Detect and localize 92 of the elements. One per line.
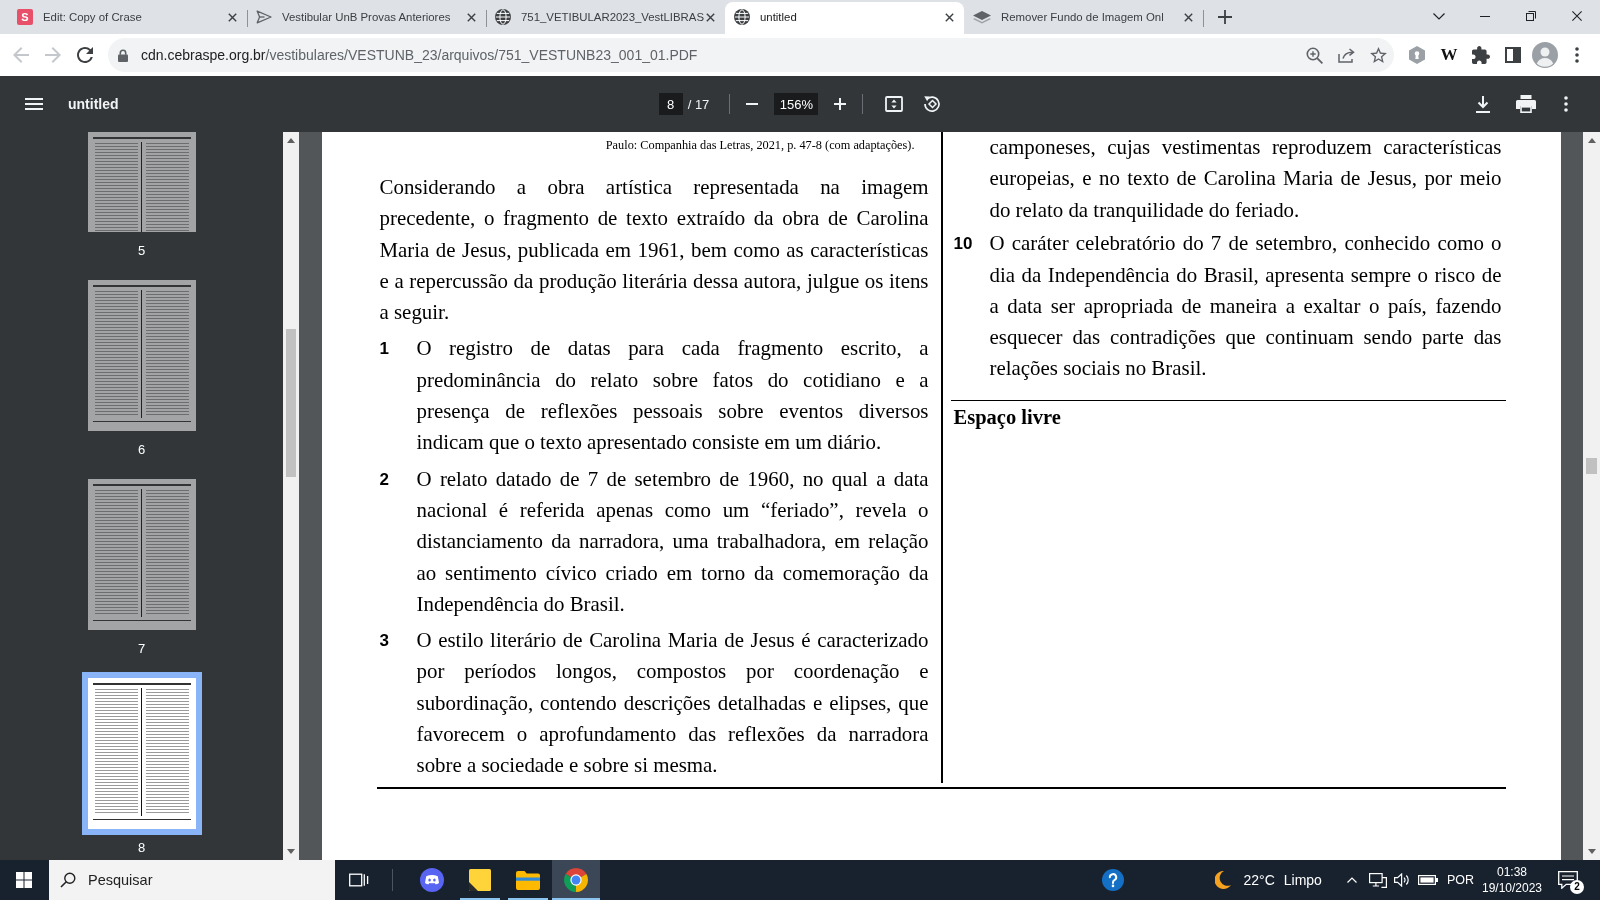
start-icon[interactable] [16,872,32,888]
puzzle-icon[interactable] [1472,46,1490,64]
item-text: camponeses, cujas vestimentas reproduzem características europeias, e no texto de Carolina Maria de Jesus, por meio do relato da tranquilidade do feriado. [989,134,1502,224]
citation-text: Paulo: Companhia das Letras, 2021, p. 47-8 (com adaptações). [604,137,915,153]
share-icon[interactable] [1337,47,1355,63]
sticky-note-icon [469,869,491,891]
document-title: untitled [68,96,119,112]
scrollbar[interactable] [1583,132,1600,860]
download-icon[interactable] [1476,95,1490,113]
page-count-text: / 17 [687,96,710,112]
page-thumbnail[interactable] [87,479,196,630]
zoom-in-icon[interactable] [1305,46,1323,64]
controller-icon [420,868,444,892]
weather-temperature: 22°C [1243,872,1275,888]
rotate-icon[interactable] [923,95,942,113]
battery-icon[interactable] [1417,875,1438,885]
weather-condition: Limpo [1283,872,1322,888]
scrollbar-thumb[interactable] [286,329,296,477]
page-number-label: 7 [137,642,146,656]
folder-icon [516,870,540,890]
scroll-down-icon[interactable] [287,849,295,854]
network-icon[interactable] [1368,872,1387,888]
restore-icon[interactable] [1526,11,1536,21]
clock-date: 19/10/2023 [1481,880,1543,896]
scroll-up-icon[interactable] [287,138,295,143]
search-field[interactable]: Pesquisar [49,860,335,900]
item-text: O estilo literário de Carolina Maria de Jesus é caracterizado por períodos longos, compostos por coordenação e subordinação, contendo descrições detalhadas e elipses, que favorecem o aprofundamento das reflexões da narradora sobre a sociedade e sobre si mesma. [416,627,929,780]
chevron-down-icon[interactable] [1433,12,1445,20]
language-indicator[interactable]: POR [1446,873,1474,887]
item-number: 1 [379,338,389,361]
zoom-field[interactable]: 156% [774,93,819,115]
page-thumbnail[interactable] [87,132,196,232]
avatar-icon[interactable] [1532,42,1558,68]
notification-icon[interactable] [1558,871,1578,889]
star-icon[interactable] [1369,47,1387,63]
globe-icon [734,9,750,25]
site-favicon: S [17,9,33,25]
item-text: O registro de datas para cada fragmento escrito, a predominância do relato sobre fatos do cotidiano e a presença de reflexões pessoais sobre eventos diversos indicam que o texto apresentado consiste em um diário. [416,335,929,457]
lock-icon [118,48,128,62]
page-thumbnail[interactable] [87,280,196,431]
caret-up-icon[interactable] [1346,877,1357,883]
menu-icon[interactable] [25,98,43,110]
volume-icon[interactable] [1393,873,1410,887]
page-number-field[interactable]: 8 [658,93,683,115]
item-number: 10 [953,233,973,256]
question-text: Considerando a obra artística representada na imagem precedente, o fragmento de texto extraído da obra de Carolina Maria de Jesus, publicada em 1961, bem como as características e a repercussão da produção literária dessa autora, julgue os itens a seguir. [379,174,929,327]
close-icon[interactable] [1184,12,1193,22]
page-number-label: 8 [137,841,146,855]
reload-icon[interactable] [77,47,93,63]
more-icon[interactable] [1575,47,1579,63]
scrollbar[interactable] [283,132,299,860]
notification-badge: 2 [1570,880,1584,894]
clock-time: 01:38 [1497,864,1527,880]
print-icon[interactable] [1516,95,1536,113]
more-icon[interactable] [1564,96,1568,112]
close-icon[interactable] [228,12,237,22]
moon-icon[interactable] [1215,871,1232,889]
minimize-icon[interactable] [1480,15,1490,17]
browser-tab[interactable]: Remover Fundo de Imagem Onl [964,2,1203,34]
page-thumbnail[interactable] [81,672,202,835]
scroll-down-icon[interactable] [1587,849,1596,854]
zoom-in-icon[interactable] [834,98,847,110]
close-icon[interactable] [706,12,715,22]
help-icon[interactable] [1102,869,1125,891]
browser-icon [564,868,588,892]
page-number-label: 6 [137,443,146,457]
new-tab-icon[interactable] [1218,10,1232,24]
close-icon[interactable] [945,12,954,22]
item-number: 3 [379,630,389,653]
address-field[interactable]: cdn.cebraspe.org.br/vestibulares/VESTUNB_23/arquivos/751_VESTUNB23_001_01.PDF [108,38,1394,72]
scroll-up-icon[interactable] [1587,138,1596,143]
browser-tab[interactable]: S Edit: Copy of Crase [8,2,247,34]
side-panel-icon[interactable] [1505,47,1521,63]
item-text: O relato datado de 7 de setembro de 1960, no qual a data nacional é referida apenas como um “feriado”, revela o distanciamento da narradora, uma trabalhadora, em relação ao sentimento cívico criado em torno da comemoração da Independência do Brasil. [416,465,929,618]
paper-plane-icon [256,10,272,24]
scrollbar-thumb[interactable] [1586,458,1597,474]
browser-tab[interactable]: untitled [725,2,964,34]
close-icon[interactable] [1572,11,1582,21]
shield-icon[interactable] [1409,46,1425,64]
layers-icon [973,10,991,24]
extension-button[interactable]: W [1440,45,1458,65]
item-text: O caráter celebratório do 7 de setembro, conhecido como o dia da Independência do Brasil, apresenta sempre o risco de a data ser apropriada de maneira a exaltar o país, fazendo esquecer das contradições que continuam sendo parte das relações sociais no Brasil. [989,230,1502,383]
browser-tab[interactable]: 751_VETIBULAR2023_VestLIBRAS [486,2,725,34]
browser-tab[interactable]: Vestibular UnB Provas Anteriores [247,2,486,34]
search-icon [60,872,76,888]
item-number: 2 [379,468,389,491]
task-view-icon[interactable] [349,872,369,888]
page-number-label: 5 [137,244,146,258]
section-heading: Espaço livre [953,405,1061,430]
globe-icon [495,9,511,25]
fit-page-icon[interactable] [885,96,904,112]
close-icon[interactable] [467,12,476,22]
